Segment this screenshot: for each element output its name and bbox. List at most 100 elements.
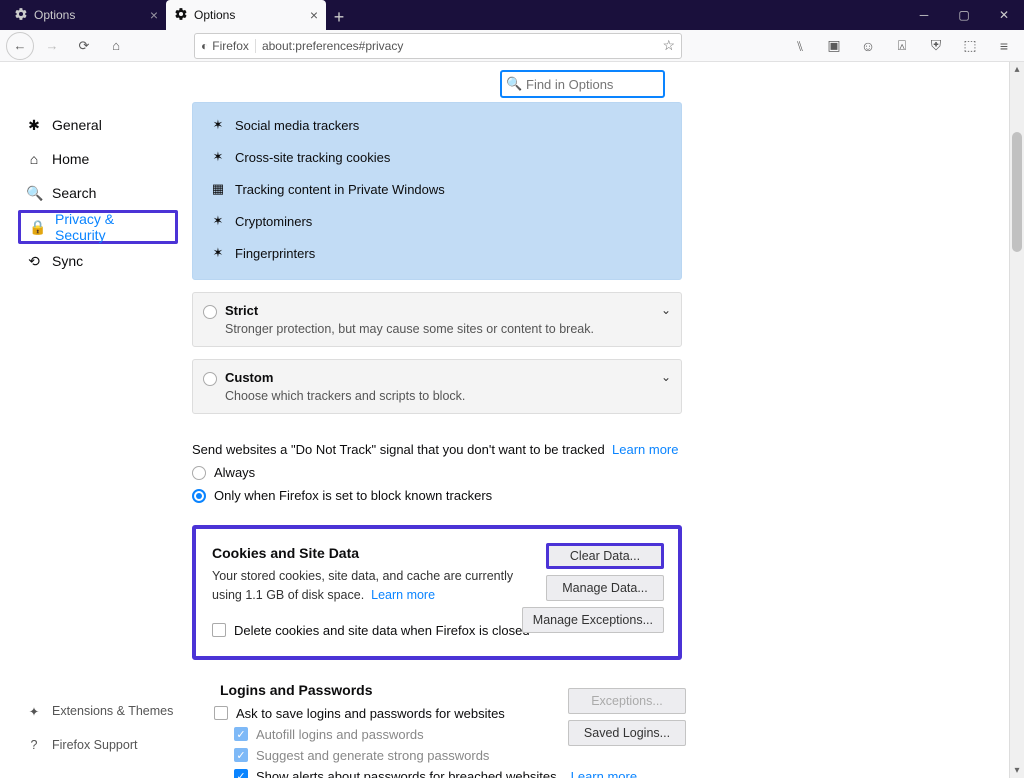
window-controls: ─ ▢ ✕ xyxy=(904,0,1024,30)
do-not-track-section: Send websites a "Do Not Track" signal th… xyxy=(192,442,682,503)
tracker-tracking-content: ▦ Tracking content in Private Windows xyxy=(193,173,681,205)
radio-label: Only when Firefox is set to block known … xyxy=(214,488,492,503)
search-in-options-wrap: 🔍 xyxy=(500,70,665,98)
tab-options-1[interactable]: Options × xyxy=(6,0,166,30)
logins-learn-more-link[interactable]: Learn more xyxy=(571,769,637,778)
checkbox-label: Autofill logins and passwords xyxy=(256,727,424,742)
manage-exceptions-button[interactable]: Manage Exceptions... xyxy=(522,607,664,633)
tab-close-icon[interactable]: × xyxy=(310,7,318,23)
tracker-label: Tracking content in Private Windows xyxy=(235,182,445,197)
chevron-down-icon: ⌄ xyxy=(661,303,671,317)
sidebar-item-general[interactable]: ✱ General xyxy=(18,108,178,142)
back-button[interactable]: ← xyxy=(6,32,34,60)
cookies-site-data-section: Cookies and Site Data Your stored cookie… xyxy=(192,525,682,660)
home-button[interactable]: ⌂ xyxy=(102,32,130,60)
sidebar-item-sync[interactable]: ⟲ Sync xyxy=(18,244,178,278)
sidebar-icon[interactable]: ▣ xyxy=(820,32,848,60)
forward-button[interactable]: → xyxy=(38,32,66,60)
chevron-down-icon: ⌄ xyxy=(661,370,671,384)
scroll-down-icon[interactable]: ▾ xyxy=(1010,763,1024,778)
identity-box[interactable]: ◐ Firefox xyxy=(201,39,256,53)
manage-data-button[interactable]: Manage Data... xyxy=(546,575,664,601)
sidebar-item-extensions[interactable]: ✦ Extensions & Themes xyxy=(18,694,188,728)
minimize-button[interactable]: ─ xyxy=(904,0,944,30)
tabstrip: Options × Options × + xyxy=(0,0,904,30)
window-icon: ▦ xyxy=(211,181,225,197)
preferences-sidebar: ✱ General ⌂ Home 🔍 Search 🔒 Privacy & Se… xyxy=(18,108,178,278)
radio-known-trackers[interactable] xyxy=(192,489,206,503)
gear-icon xyxy=(14,7,28,24)
search-icon: 🔍 xyxy=(506,76,522,92)
strict-desc: Stronger protection, but may cause some … xyxy=(225,322,667,336)
alerts-row[interactable]: ✓ Show alerts about passwords for breach… xyxy=(234,769,682,778)
sidebar-item-search[interactable]: 🔍 Search xyxy=(18,176,178,210)
protection-custom[interactable]: Custom Choose which trackers and scripts… xyxy=(192,359,682,414)
checkbox-delete-on-close[interactable] xyxy=(212,623,226,637)
menu-icon[interactable]: ≡ xyxy=(990,32,1018,60)
dnt-learn-more-link[interactable]: Learn more xyxy=(612,442,678,457)
save-to-pocket-icon[interactable]: ⍓ xyxy=(888,32,916,60)
sidebar-item-label: Firefox Support xyxy=(52,738,137,752)
close-window-button[interactable]: ✕ xyxy=(984,0,1024,30)
dnt-option-always[interactable]: Always xyxy=(192,465,682,480)
help-icon: ? xyxy=(26,738,42,752)
saved-logins-button[interactable]: Saved Logins... xyxy=(568,720,686,746)
strict-title: Strict xyxy=(225,303,667,318)
checkbox-alerts[interactable]: ✓ xyxy=(234,769,248,778)
titlebar: Options × Options × + ─ ▢ ✕ xyxy=(0,0,1024,30)
tab-label: Options xyxy=(194,8,235,22)
tab-options-2[interactable]: Options × xyxy=(166,0,326,30)
tab-close-icon[interactable]: × xyxy=(150,7,158,23)
radio-custom[interactable] xyxy=(203,372,217,386)
sidebar-footer: ✦ Extensions & Themes ? Firefox Support xyxy=(18,694,188,762)
sidebar-item-label: Extensions & Themes xyxy=(52,704,173,718)
cookie-icon: ✶ xyxy=(211,149,225,165)
sidebar-item-label: General xyxy=(52,117,102,133)
firefox-logo-icon: ◐ xyxy=(201,39,208,53)
sidebar-item-support[interactable]: ? Firefox Support xyxy=(18,728,188,762)
nav-toolbar: ← → ⟳ ⌂ ◐ Firefox about:preferences#priv… xyxy=(0,30,1024,62)
library-icon[interactable]: ⑊ xyxy=(786,32,814,60)
radio-label: Always xyxy=(214,465,255,480)
scroll-thumb[interactable] xyxy=(1012,132,1022,252)
search-icon: 🔍 xyxy=(26,185,42,202)
gear-icon: ✱ xyxy=(26,117,42,134)
logins-exceptions-button[interactable]: Exceptions... xyxy=(568,688,686,714)
cookies-learn-more-link[interactable]: Learn more xyxy=(371,588,435,602)
clear-data-button[interactable]: Clear Data... xyxy=(546,543,664,569)
shield-icon[interactable]: ⛨ xyxy=(922,32,950,60)
bookmark-star-icon[interactable]: ☆ xyxy=(662,37,675,54)
radio-always[interactable] xyxy=(192,466,206,480)
sidebar-item-privacy[interactable]: 🔒 Privacy & Security xyxy=(18,210,178,244)
sidebar-item-home[interactable]: ⌂ Home xyxy=(18,142,178,176)
tracker-fingerprinters: ✶Fingerprinters xyxy=(193,237,681,269)
checkbox-suggest[interactable]: ✓ xyxy=(234,748,248,762)
url-bar[interactable]: ◐ Firefox about:preferences#privacy ☆ xyxy=(194,33,682,59)
checkbox-autofill[interactable]: ✓ xyxy=(234,727,248,741)
tracker-label: Cryptominers xyxy=(235,214,312,229)
search-in-options-input[interactable] xyxy=(500,70,665,98)
dnt-text: Send websites a "Do Not Track" signal th… xyxy=(192,442,605,457)
checkbox-ask-save[interactable] xyxy=(214,706,228,720)
reload-button[interactable]: ⟳ xyxy=(70,32,98,60)
lock-icon: 🔒 xyxy=(29,219,45,236)
checkbox-label: Show alerts about passwords for breached… xyxy=(256,769,557,778)
vertical-scrollbar[interactable]: ▴ ▾ xyxy=(1009,62,1024,778)
dnt-option-known[interactable]: Only when Firefox is set to block known … xyxy=(192,488,682,503)
custom-title: Custom xyxy=(225,370,667,385)
suggest-row[interactable]: ✓ Suggest and generate strong passwords xyxy=(234,748,682,763)
tracker-cookies: ✶Cross-site tracking cookies xyxy=(193,141,681,173)
account-icon[interactable]: ☺ xyxy=(854,32,882,60)
cookies-desc: Your stored cookies, site data, and cach… xyxy=(212,569,513,602)
scroll-up-icon[interactable]: ▴ xyxy=(1010,62,1024,77)
extension-icon[interactable]: ⬚ xyxy=(956,32,984,60)
fingerprint-icon: ✶ xyxy=(211,245,225,261)
tab-label: Options xyxy=(34,8,75,22)
maximize-button[interactable]: ▢ xyxy=(944,0,984,30)
new-tab-button[interactable]: + xyxy=(326,4,352,30)
url-text: about:preferences#privacy xyxy=(262,39,403,53)
identity-label: Firefox xyxy=(212,39,249,53)
radio-strict[interactable] xyxy=(203,305,217,319)
protection-strict[interactable]: Strict Stronger protection, but may caus… xyxy=(192,292,682,347)
sidebar-item-label: Privacy & Security xyxy=(55,211,167,243)
